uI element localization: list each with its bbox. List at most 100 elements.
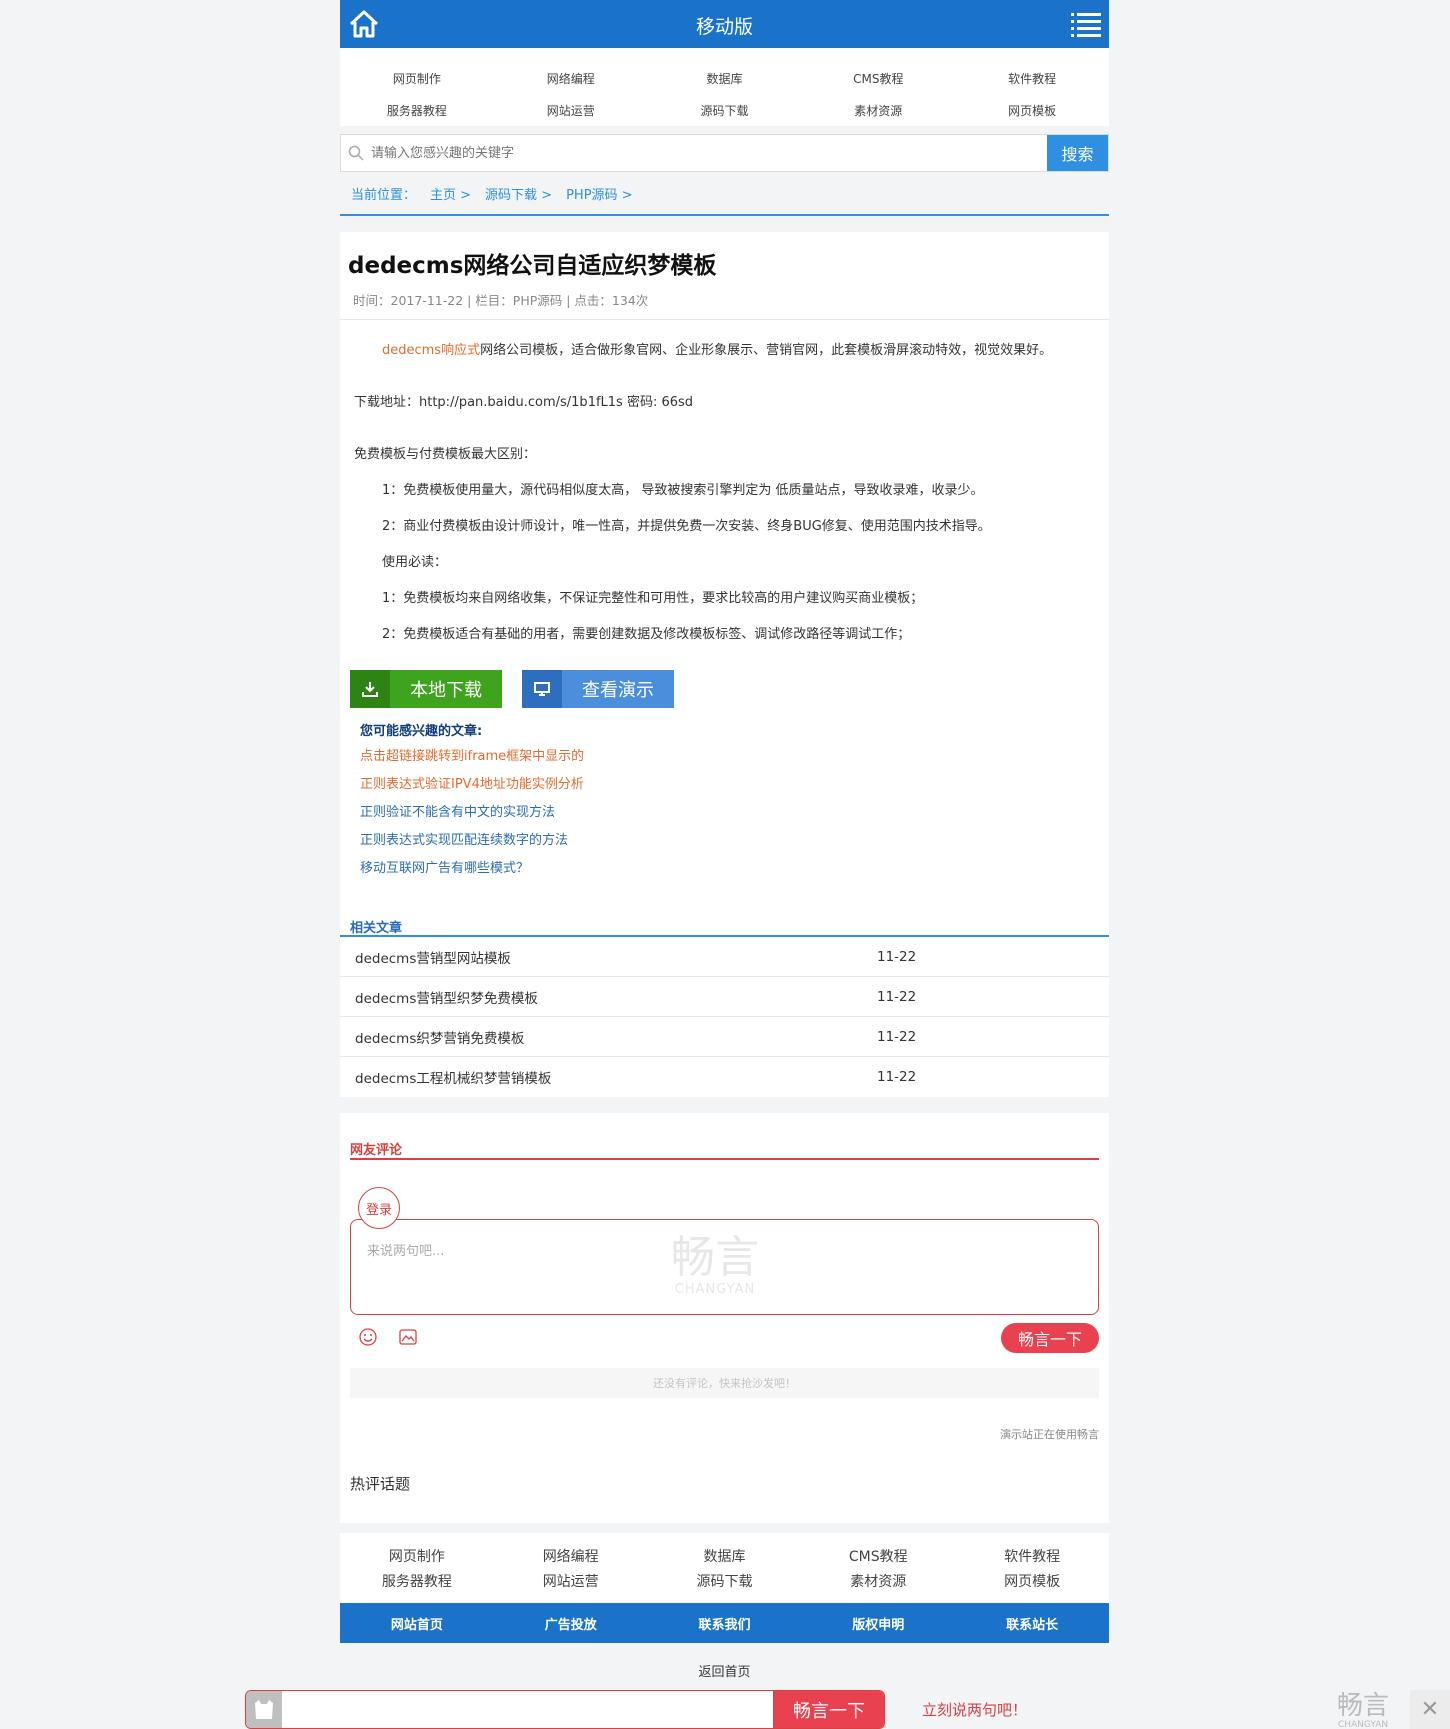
search-button[interactable]: 搜索 [1047, 135, 1108, 171]
interest-link[interactable]: 移动互联网广告有哪些模式？ [360, 855, 1089, 883]
comment-section: 网友评论 登录 来说两句吧... 畅言 CHANGYAN 畅言一下 还没有评论，… [340, 1113, 1109, 1523]
local-download-button[interactable]: 本地下载 [350, 670, 502, 708]
view-demo-button[interactable]: 查看演示 [522, 670, 674, 708]
interest-link[interactable]: 正则表达式实现匹配连续数字的方法 [360, 827, 1089, 855]
back-home-link[interactable]: 返回首页 [340, 1643, 1109, 1680]
view-demo-label: 查看演示 [582, 680, 654, 701]
nav-item[interactable]: 网络编程 [494, 70, 648, 87]
comment-empty-notice: 还没有评论，快来抢沙发吧！ [350, 1368, 1099, 1398]
nav-item[interactable]: 网站运营 [494, 102, 648, 119]
footer-nav-item[interactable]: 软件教程 [955, 1546, 1109, 1566]
comment-send-button[interactable]: 畅言一下 [1001, 1323, 1099, 1353]
breadcrumb: 当前位置： 主页 > 源码下载 > PHP源码 > [340, 172, 1109, 216]
table-row[interactable]: dedecms织梦营销免费模板 11-22 [340, 1017, 1109, 1057]
nav-row: 网页制作 网络编程 数据库 CMS教程 软件教程 [340, 62, 1109, 94]
intro-link[interactable]: dedecms响应式 [382, 343, 480, 358]
top-bar: 移动版 [340, 0, 1109, 48]
footer-link[interactable]: 网站首页 [340, 1614, 494, 1633]
nav-row: 网页制作 网络编程 数据库 CMS教程 软件教程 [340, 1543, 1109, 1568]
comment-input[interactable]: 来说两句吧... 畅言 CHANGYAN [350, 1219, 1099, 1315]
must-item: 2：免费模板适合有基础的用者，需要创建数据及修改模板标签、调试修改路径等调试工作… [382, 627, 911, 642]
search-bar: 搜索 [340, 134, 1109, 172]
nav-item[interactable]: 素材资源 [801, 102, 955, 119]
diff-item: 1：免费模板使用量大，源代码相似度太高， 导致被搜索引擎判定为 低质量站点，导致… [382, 483, 984, 498]
nav-item[interactable]: 软件教程 [955, 70, 1109, 87]
must-title: 使用必读： [382, 555, 448, 570]
footer-link[interactable]: 联系站长 [955, 1614, 1109, 1633]
intro-paragraph: dedecms响应式网络公司模板，适合做形象官网、企业形象展示、营销官网，此套模… [354, 338, 1095, 364]
action-buttons: 本地下载 查看演示 [340, 664, 1109, 708]
breadcrumb-label: 当前位置： [351, 187, 417, 203]
article-content: dedecms响应式网络公司模板，适合做形象官网、企业形象展示、营销官网，此套模… [340, 320, 1109, 664]
related-articles-title: 相关文章 [340, 917, 1109, 937]
footer-nav-item[interactable]: 服务器教程 [340, 1571, 494, 1591]
footer-link[interactable]: 广告投放 [494, 1614, 648, 1633]
related-date: 11-22 [877, 948, 917, 965]
comment-placeholder: 来说两句吧... [367, 1244, 445, 1259]
diff-title: 免费模板与付费模板最大区别： [354, 447, 537, 462]
category-nav: 网页制作 网络编程 数据库 CMS教程 软件教程 服务器教程 网站运营 源码下载… [340, 48, 1109, 126]
changyan-logo: 畅言 CHANGYAN [1337, 1691, 1390, 1729]
comment-tools [358, 1327, 418, 1347]
table-row[interactable]: dedecms营销型网站模板 11-22 [340, 937, 1109, 977]
download-address: 下载地址：http://pan.baidu.com/s/1b1fL1s 密码: … [354, 395, 694, 410]
must-item: 1：免费模板均来自网络收集，不保证完整性和可用性，要求比较高的用户建议购买商业模… [382, 591, 924, 606]
menu-icon[interactable] [1069, 10, 1103, 38]
related-title[interactable]: dedecms营销型网站模板 [355, 947, 877, 967]
related-interest: 您可能感兴趣的文章: 点击超链接跳转到iframe框架中显示的 正则表达式验证I… [340, 708, 1109, 883]
interest-title: 您可能感兴趣的文章: [360, 724, 483, 739]
article-title: dedecms网络公司自适应织梦模板 [348, 253, 717, 279]
search-icon [341, 135, 371, 171]
footer-nav-item[interactable]: 源码下载 [648, 1571, 802, 1591]
login-button[interactable]: 登录 [358, 1187, 400, 1229]
breadcrumb-item[interactable]: 主页 > [430, 184, 471, 203]
footer-link[interactable]: 联系我们 [648, 1614, 802, 1633]
search-input[interactable] [371, 135, 1047, 171]
footer-nav-item[interactable]: 网页制作 [340, 1546, 494, 1566]
related-title[interactable]: dedecms营销型织梦免费模板 [355, 987, 877, 1007]
nav-row: 服务器教程 网站运营 源码下载 素材资源 网页模板 [340, 94, 1109, 126]
table-row[interactable]: dedecms营销型织梦免费模板 11-22 [340, 977, 1109, 1017]
nav-item[interactable]: 源码下载 [648, 102, 802, 119]
emoji-icon[interactable] [358, 1327, 378, 1347]
article-meta: 时间：2017-11-22 | 栏目：PHP源码 | 点击：134次 [340, 280, 1109, 320]
interest-link[interactable]: 正则验证不能含有中文的实现方法 [360, 799, 1089, 827]
footer-nav-item[interactable]: 数据库 [648, 1546, 802, 1566]
breadcrumb-item[interactable]: 源码下载 > [485, 184, 552, 203]
related-title[interactable]: dedecms织梦营销免费模板 [355, 1027, 877, 1047]
footer-links-bar: 网站首页 广告投放 联系我们 版权申明 联系站长 [340, 1603, 1109, 1643]
nav-row: 服务器教程 网站运营 源码下载 素材资源 网页模板 [340, 1568, 1109, 1593]
download-icon [350, 670, 390, 708]
nav-item[interactable]: 服务器教程 [340, 102, 494, 119]
footer-nav-item[interactable]: 网站运营 [494, 1571, 648, 1591]
bottom-comment-input[interactable] [282, 1691, 774, 1728]
footer-nav-item[interactable]: CMS教程 [801, 1546, 955, 1566]
interest-link[interactable]: 点击超链接跳转到iframe框架中显示的 [360, 743, 1089, 771]
related-date: 11-22 [877, 988, 917, 1005]
footer-nav-item[interactable]: 网络编程 [494, 1546, 648, 1566]
related-date: 11-22 [877, 1069, 917, 1085]
nav-item[interactable]: CMS教程 [801, 70, 955, 87]
intro-text: 网络公司模板，适合做形象官网、企业形象展示、营销官网，此套模板滑屏滚动特效，视觉… [480, 343, 1053, 358]
say-prompt[interactable]: 立刻说两句吧！ [922, 1699, 1027, 1720]
close-icon[interactable]: ✕ [1410, 1690, 1450, 1729]
diff-item: 2：商业付费模板由设计师设计，唯一性高，并提供免费一次安装、终身BUG修复、使用… [382, 519, 991, 534]
related-title[interactable]: dedecms工程机械织梦营销模板 [355, 1067, 877, 1087]
nav-item[interactable]: 网页制作 [340, 70, 494, 87]
hot-topics-title: 热评话题 [350, 1475, 411, 1493]
breadcrumb-item[interactable]: PHP源码 > [566, 184, 632, 203]
table-row[interactable]: dedecms工程机械织梦营销模板 11-22 [340, 1057, 1109, 1097]
site-title: 移动版 [695, 16, 753, 38]
image-icon[interactable] [398, 1327, 418, 1347]
comment-title: 网友评论 [350, 1139, 1099, 1160]
footer-link[interactable]: 版权申明 [801, 1614, 955, 1633]
nav-item[interactable]: 网页模板 [955, 102, 1109, 119]
footer-nav-item[interactable]: 网页模板 [955, 1571, 1109, 1591]
bottom-send-button[interactable]: 畅言一下 [774, 1691, 884, 1728]
interest-link[interactable]: 正则表达式验证IPV4地址功能实例分析 [360, 771, 1089, 799]
footer-nav-item[interactable]: 素材资源 [801, 1571, 955, 1591]
monitor-icon [522, 670, 562, 708]
nav-item[interactable]: 数据库 [648, 70, 802, 87]
related-date: 11-22 [877, 1028, 917, 1045]
changyan-using-link[interactable]: 演示站正在使用畅言 [1000, 1426, 1099, 1442]
